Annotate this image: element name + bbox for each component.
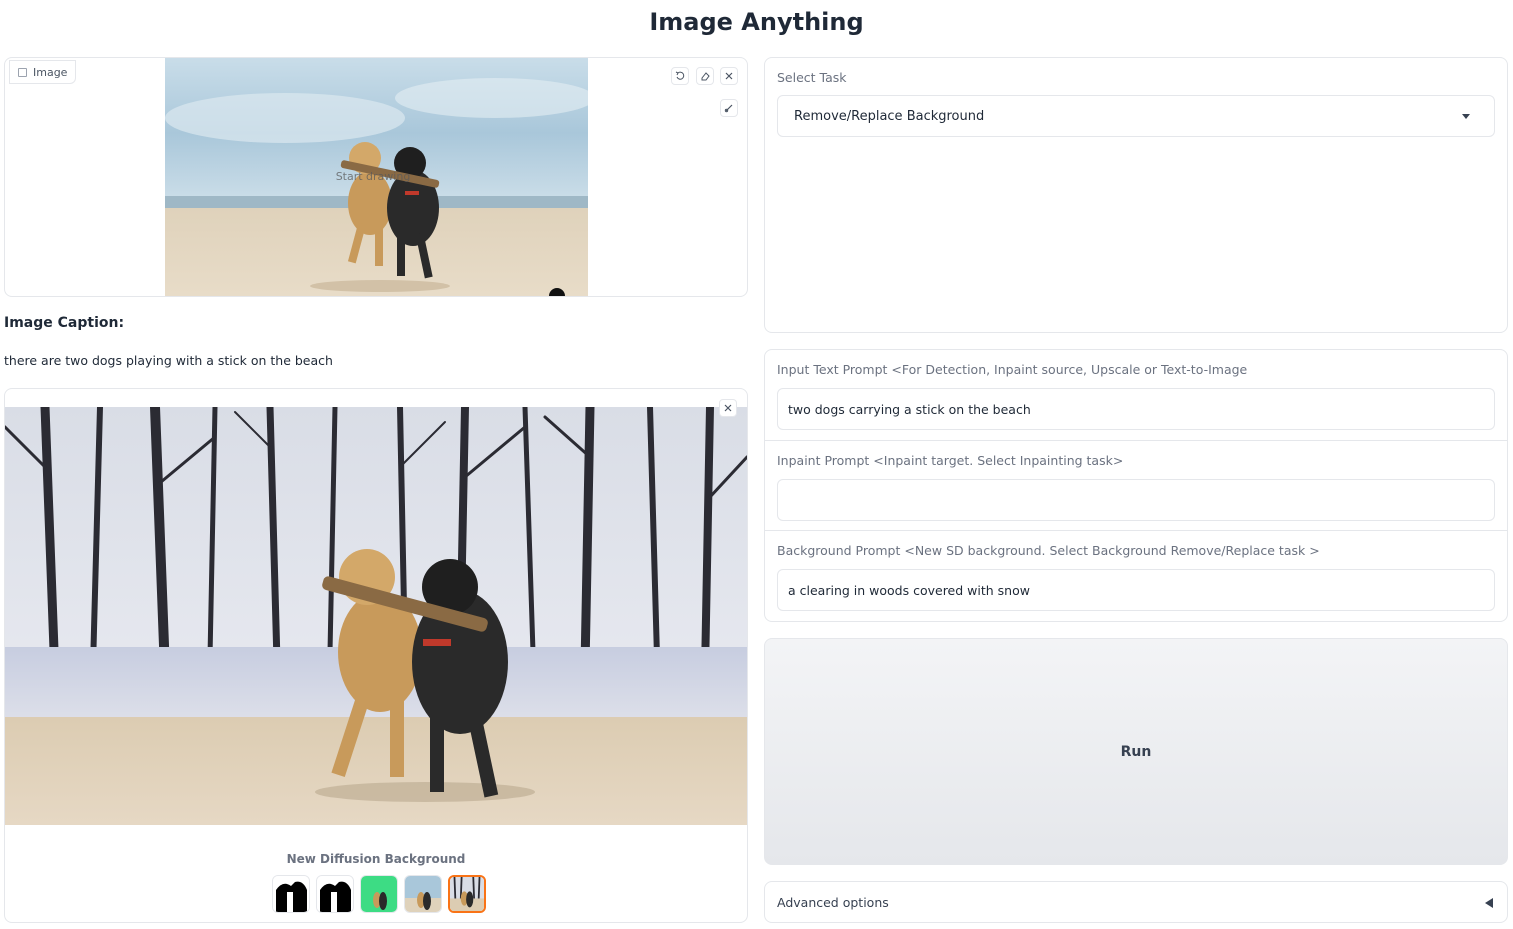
inpaint-prompt-input[interactable] [777,479,1495,521]
image-label-tag: Image [9,60,77,84]
image-label-text: Image [33,65,68,79]
advanced-options-label: Advanced options [777,894,889,910]
advanced-options-accordion[interactable]: Advanced options [764,881,1508,923]
task-dropdown-value: Remove/Replace Background [794,108,985,124]
beach-thumb-image [405,876,441,912]
text-prompt-input[interactable]: two dogs carrying a stick on the beach [777,388,1495,430]
caret-left-icon [1485,898,1493,908]
caption-text: there are two dogs playing with a stick … [4,353,333,368]
clear-image-button[interactable] [720,67,738,85]
background-prompt-input[interactable]: a clearing in woods covered with snow [777,569,1495,611]
eraser-icon [701,72,710,81]
undo-icon [675,71,685,80]
gallery-thumb[interactable] [360,875,398,913]
output-gallery-panel: New Diffusion Background [4,388,748,923]
snow-woods-dogs-image [5,407,747,825]
image-icon [18,67,27,77]
page-title: Image Anything [649,8,864,36]
text-prompt-label: Input Text Prompt <For Detection, Inpain… [777,362,1248,377]
inpaint-prompt-label: Inpaint Prompt <Inpaint target. Select I… [777,453,1124,468]
close-icon [725,72,733,80]
gallery-thumb[interactable] [272,875,310,913]
gallery-caption: New Diffusion Background [286,852,466,866]
brush-button[interactable] [720,99,738,117]
background-prompt-label: Background Prompt <New SD background. Se… [777,543,1320,558]
run-button-label: Run [1120,743,1152,760]
undo-button[interactable] [671,67,689,85]
gallery-thumb[interactable] [404,875,442,913]
mask-thumb-image [317,876,353,912]
start-drawing-hint: Start drawing [335,170,411,183]
input-image-panel[interactable]: Image Start drawing [4,57,748,297]
gallery-thumb[interactable] [316,875,354,913]
eraser-button[interactable] [696,67,714,85]
run-button[interactable]: Run [764,638,1508,865]
snow-thumb-image [450,877,484,911]
select-task-label: Select Task [777,70,847,85]
prompts-panel: Input Text Prompt <For Detection, Inpain… [764,349,1508,622]
task-dropdown[interactable]: Remove/Replace Background [777,95,1495,137]
greenscreen-thumb-image [361,876,397,912]
chevron-down-icon [1462,114,1470,119]
divider [765,440,1507,441]
gallery-thumb-selected[interactable] [448,875,486,913]
divider [765,530,1507,531]
brush-icon [724,104,733,113]
close-icon [724,404,732,412]
caption-title: Image Caption: [4,315,125,331]
output-image[interactable] [5,407,747,825]
close-output-button[interactable] [719,399,737,417]
gallery-thumbnails [272,875,486,913]
mask-thumb-image [273,876,309,912]
select-task-panel: Select Task Remove/Replace Background [764,57,1508,333]
